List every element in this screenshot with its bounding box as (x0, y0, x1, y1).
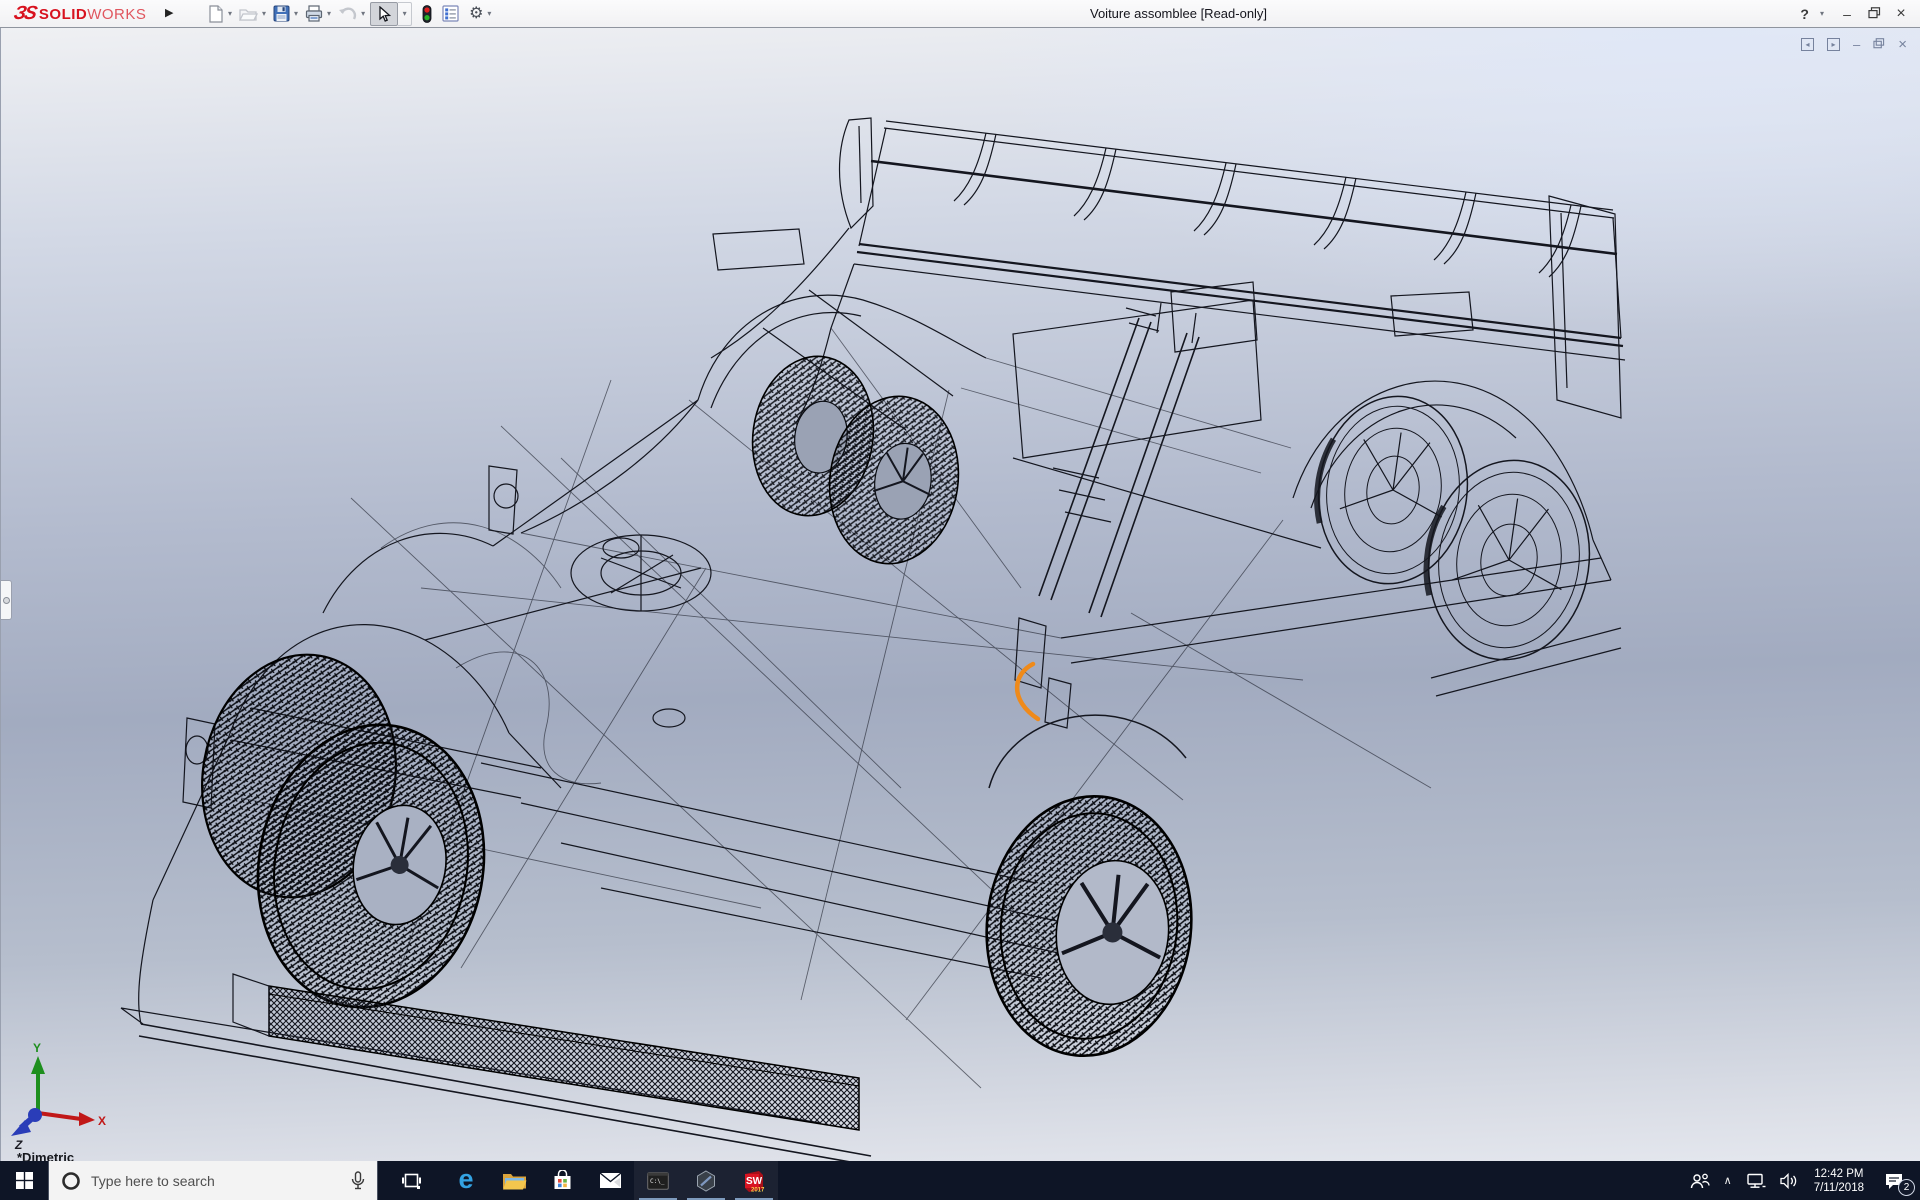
volume-button[interactable] (1773, 1161, 1806, 1200)
clock-date: 7/11/2018 (1814, 1181, 1864, 1195)
viewport-restore-icon (1873, 38, 1885, 49)
viewport-close-button[interactable]: × (1898, 37, 1907, 52)
help-button[interactable]: ? (1800, 6, 1809, 22)
print-icon (305, 5, 323, 22)
print-dropdown[interactable]: ▾ (327, 9, 331, 18)
solidworks-2017-icon: SW 2017 (742, 1169, 766, 1193)
sw-letters: SW (746, 1176, 763, 1187)
graphics-viewport[interactable]: ◂ ▸ – × (0, 28, 1920, 1161)
save-dropdown[interactable]: ▾ (294, 9, 298, 18)
cortana-icon (61, 1171, 81, 1191)
taskbar-mail-button[interactable] (586, 1161, 634, 1200)
start-button[interactable] (0, 1161, 48, 1200)
command-prompt-icon: C:\_ (647, 1172, 669, 1190)
triad-y-label: Y (33, 1041, 41, 1055)
new-document-button[interactable] (206, 2, 226, 26)
standard-toolbar: ▾ ▾ ▾ (206, 0, 496, 27)
options-dropdown[interactable]: ▾ (487, 9, 491, 18)
restore-button[interactable] (1865, 6, 1883, 22)
file-properties-button[interactable] (440, 2, 461, 26)
panel-tab-dot-icon (3, 597, 10, 604)
open-dropdown[interactable]: ▾ (262, 9, 266, 18)
print-button[interactable] (303, 2, 325, 26)
close-button[interactable]: × (1892, 5, 1910, 23)
front-grille (233, 974, 859, 1130)
traffic-light-icon (422, 5, 432, 23)
taskbar-solidworks-button[interactable]: SW 2017 (730, 1161, 778, 1200)
system-tray: ∧ 12:42 PM 7/11/2018 (1683, 1161, 1920, 1200)
window-controls: ? ▾ – × (1800, 0, 1910, 27)
undo-button[interactable] (336, 2, 359, 26)
triad-x-label: X (98, 1114, 106, 1128)
select-dropdown[interactable]: ▾ (398, 2, 412, 26)
file-properties-icon (442, 5, 459, 22)
edge-icon: e (458, 1166, 473, 1193)
solidworks-logo: ЗS SOLID WORKS (14, 3, 146, 25)
new-document-icon (208, 5, 224, 23)
taskbar-hexagon-app-button[interactable] (682, 1161, 730, 1200)
windows-taskbar: Type here to search e (0, 1161, 1920, 1200)
options-button[interactable]: ⚙ (467, 2, 485, 26)
windows-logo-icon (16, 1172, 33, 1189)
title-bar: ЗS SOLID WORKS ▶ ▾ ▾ (0, 0, 1920, 28)
clock-time: 12:42 PM (1814, 1167, 1864, 1181)
wheels (183, 348, 1602, 1066)
taskbar-file-explorer-button[interactable] (490, 1161, 538, 1200)
selected-edge-highlight[interactable] (1017, 664, 1038, 719)
minimize-button[interactable]: – (1838, 6, 1856, 22)
save-floppy-icon (273, 5, 290, 22)
save-button[interactable] (271, 2, 292, 26)
people-icon (1690, 1173, 1710, 1189)
feature-manager-collapsed-tab[interactable] (1, 580, 12, 620)
select-cursor-button[interactable] (370, 2, 398, 26)
action-center-button[interactable]: 2 (1872, 1161, 1916, 1200)
undo-arrow-icon (338, 6, 357, 21)
reference-triad: Y X Z (11, 1041, 106, 1152)
notification-badge: 2 (1898, 1179, 1915, 1196)
gear-icon: ⚙ (469, 6, 483, 22)
document-title: Voiture assomblee [Read-only] (1090, 6, 1267, 21)
taskbar-clock[interactable]: 12:42 PM 7/11/2018 (1806, 1167, 1872, 1195)
open-button[interactable] (237, 2, 260, 26)
rebuild-button[interactable] (420, 2, 434, 26)
undo-dropdown[interactable]: ▾ (361, 9, 365, 18)
speaker-icon (1780, 1173, 1799, 1189)
new-dropdown[interactable]: ▾ (228, 9, 232, 18)
store-icon (552, 1170, 573, 1191)
viewport-window-controls: ◂ ▸ – × (1801, 37, 1907, 52)
hexagon-app-icon (695, 1170, 717, 1192)
task-view-button[interactable] (388, 1161, 434, 1200)
taskbar-store-button[interactable] (538, 1161, 586, 1200)
wireframe-car-model[interactable]: Y X Z (1, 28, 1920, 1161)
viewport-restore-button[interactable] (1873, 38, 1885, 51)
restore-icon (1868, 7, 1881, 19)
cmd-prompt-text: C:\_ (650, 1178, 665, 1185)
microphone-icon[interactable] (351, 1171, 365, 1190)
taskbar-search-input[interactable]: Type here to search (48, 1161, 378, 1200)
chevron-up-icon: ∧ (1724, 1174, 1732, 1187)
show-hidden-icons-button[interactable]: ∧ (1717, 1161, 1739, 1200)
taskbar-edge-button[interactable]: e (442, 1161, 490, 1200)
mail-icon (599, 1172, 622, 1189)
collapse-panel-left-icon[interactable]: ◂ (1801, 38, 1814, 51)
viewport-minimize-button[interactable]: – (1853, 38, 1860, 51)
sw-year: 2017 (751, 1187, 765, 1193)
task-view-icon (402, 1171, 421, 1190)
select-cursor-icon (378, 6, 391, 22)
search-placeholder: Type here to search (91, 1173, 351, 1189)
network-icon (1746, 1173, 1766, 1189)
help-dropdown[interactable]: ▾ (1820, 9, 1824, 18)
taskbar-command-prompt-button[interactable]: C:\_ (634, 1161, 682, 1200)
file-explorer-icon (502, 1171, 527, 1191)
expand-panel-right-icon[interactable]: ▸ (1827, 38, 1840, 51)
open-folder-icon (239, 6, 258, 22)
people-button[interactable] (1683, 1161, 1717, 1200)
menu-expand-arrow-icon[interactable]: ▶ (165, 6, 173, 19)
logo-mark: ЗS (12, 3, 38, 25)
network-button[interactable] (1739, 1161, 1773, 1200)
